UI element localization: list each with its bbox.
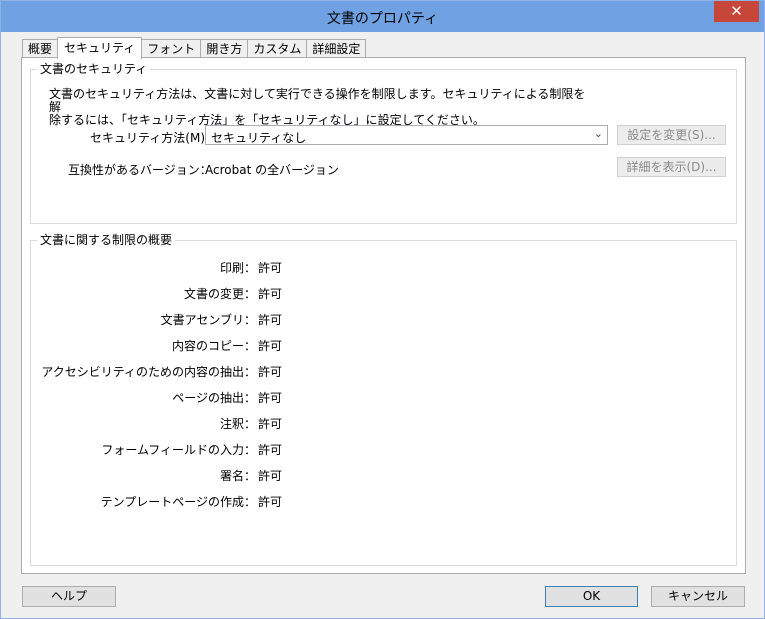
restriction-value: 許可 xyxy=(258,287,283,301)
restriction-row-printing: 印刷： 許可 xyxy=(31,259,736,277)
security-method-select[interactable]: セキュリティなし ⌄ xyxy=(205,125,608,145)
restriction-value: 許可 xyxy=(258,261,283,275)
restriction-name: 署名： xyxy=(219,469,256,483)
close-button[interactable]: ✕ xyxy=(714,1,759,22)
tab-strip: 概要 セキュリティ フォント 開き方 カスタム 詳細設定 xyxy=(22,37,367,59)
compatible-version-label: 互換性があるバージョン： xyxy=(68,163,212,177)
restriction-row-form-filling: フォームフィールドの入力： 許可 xyxy=(31,441,736,459)
restriction-value: 許可 xyxy=(258,417,283,431)
restriction-value: 許可 xyxy=(258,391,283,405)
close-icon: ✕ xyxy=(730,2,743,20)
compatible-version-value: Acrobat の全バージョン xyxy=(205,163,339,177)
security-method-label: セキュリティ方法(M)： xyxy=(90,131,217,145)
restriction-name: テンプレートページの作成： xyxy=(100,495,256,509)
security-tab-panel: 文書のセキュリティ 文書のセキュリティ方法は、文書に対して実行できる操作を制限し… xyxy=(21,57,746,574)
restriction-row-commenting: 注釈： 許可 xyxy=(31,415,736,433)
change-settings-button[interactable]: 設定を変更(S)... xyxy=(617,125,726,145)
tab-fonts[interactable]: フォント xyxy=(141,39,202,58)
restriction-name: アクセシビリティのための内容の抽出： xyxy=(41,365,256,379)
restrictions-summary-group: 文書に関する制限の概要 印刷： 許可 文書の変更： 許可 文書アセンブリ： 許可… xyxy=(30,233,737,566)
restriction-name: 注釈： xyxy=(219,417,256,431)
restriction-value: 許可 xyxy=(258,339,283,353)
restriction-name: フォームフィールドの入力： xyxy=(101,443,256,457)
help-button[interactable]: ヘルプ xyxy=(22,586,116,607)
restriction-name: 文書の変更： xyxy=(183,287,256,301)
restriction-value: 許可 xyxy=(258,495,283,509)
document-security-group: 文書のセキュリティ 文書のセキュリティ方法は、文書に対して実行できる操作を制限し… xyxy=(30,62,737,224)
restriction-name: 文書アセンブリ： xyxy=(160,313,256,327)
cancel-button[interactable]: キャンセル xyxy=(651,586,745,607)
tab-summary[interactable]: 概要 xyxy=(22,39,59,58)
restriction-value: 許可 xyxy=(258,313,283,327)
security-description: 文書のセキュリティ方法は、文書に対して実行できる操作を制限します。セキュリティに… xyxy=(49,88,589,127)
tab-advanced[interactable]: 詳細設定 xyxy=(306,39,367,58)
security-method-value: セキュリティなし xyxy=(211,131,307,145)
security-description-line1: 文書のセキュリティ方法は、文書に対して実行できる操作を制限します。セキュリティに… xyxy=(49,87,586,114)
ok-button[interactable]: OK xyxy=(545,586,638,607)
tab-security[interactable]: セキュリティ xyxy=(57,37,143,59)
chevron-down-icon[interactable]: ⌄ xyxy=(594,127,603,140)
show-details-button[interactable]: 詳細を表示(D)... xyxy=(617,157,726,177)
restriction-value: 許可 xyxy=(258,469,283,483)
restriction-value: 許可 xyxy=(258,365,283,379)
restriction-name: ページの抽出： xyxy=(172,391,256,405)
restrictions-summary-legend: 文書に関する制限の概要 xyxy=(37,233,176,247)
restriction-row-page-extraction: ページの抽出： 許可 xyxy=(31,389,736,407)
restriction-row-accessibility-extraction: アクセシビリティのための内容の抽出： 許可 xyxy=(31,363,736,381)
restriction-row-content-copying: 内容のコピー： 許可 xyxy=(31,337,736,355)
document-security-legend: 文書のセキュリティ xyxy=(37,62,151,76)
restriction-row-signing: 署名： 許可 xyxy=(31,467,736,485)
window-title: 文書のプロパティ xyxy=(326,11,439,27)
tab-custom[interactable]: カスタム xyxy=(247,39,308,58)
document-properties-dialog: 文書のプロパティ ✕ 概要 セキュリティ フォント 開き方 カスタム 詳細設定 … xyxy=(0,0,765,619)
title-bar[interactable]: 文書のプロパティ ✕ xyxy=(1,1,764,32)
restriction-row-template-creation: テンプレートページの作成： 許可 xyxy=(31,493,736,511)
restriction-row-assembly: 文書アセンブリ： 許可 xyxy=(31,311,736,329)
restriction-value: 許可 xyxy=(258,443,283,457)
restriction-name: 内容のコピー： xyxy=(171,339,256,353)
tab-initial-view[interactable]: 開き方 xyxy=(200,39,249,58)
restriction-name: 印刷： xyxy=(219,261,256,275)
restriction-row-changing: 文書の変更： 許可 xyxy=(31,285,736,303)
